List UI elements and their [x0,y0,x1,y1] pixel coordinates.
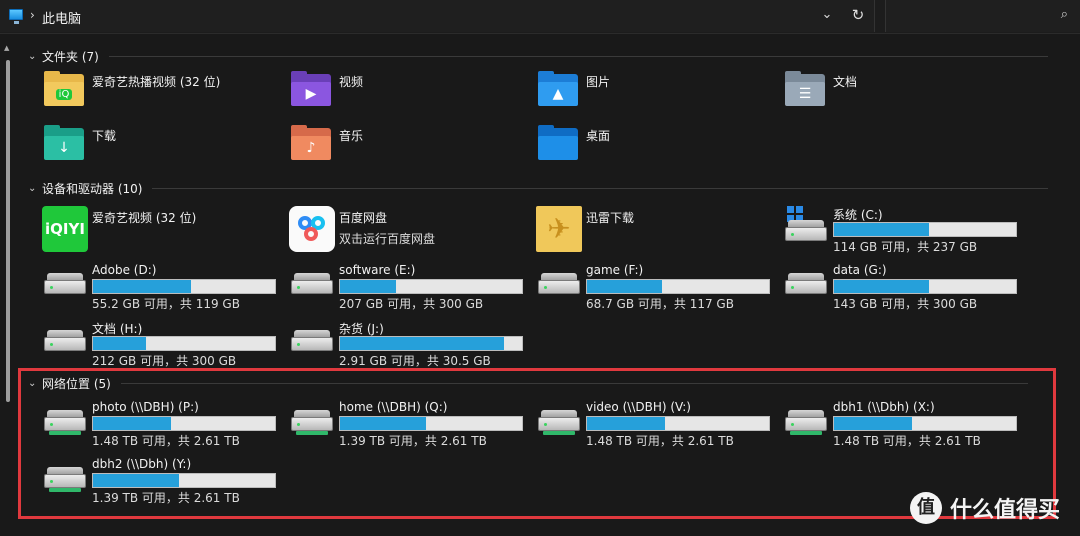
address-bar: › 此电脑 ⌄ ↻ ⌕ [0,0,1080,34]
folder-name: 图片 [586,75,611,89]
app-xunlei[interactable]: ✈ 迅雷下载 [532,206,772,258]
address-dropdown-icon[interactable]: ⌄ [818,6,836,24]
group-header-devices[interactable]: ⌄ 设备和驱动器 (10) [18,178,1058,198]
search-icon[interactable]: ⌕ [1061,7,1068,22]
breadcrumb-separator[interactable]: › [30,8,35,22]
music-folder-icon: ♪ [289,124,333,168]
app-description: 双击运行百度网盘 [339,232,436,246]
videos-folder-icon: ▶ [289,70,333,114]
drive-usage-bar [339,336,523,351]
folder-name: 视频 [339,75,364,89]
drive-usage-bar [833,279,1017,294]
vertical-scrollbar[interactable]: ▲ [4,44,12,532]
drive-space: 2.91 GB 可用，共 30.5 GB [339,354,491,368]
folder-name: 音乐 [339,129,364,143]
drive-usage-bar [833,222,1017,237]
drive-name: Adobe (D:) [92,263,157,277]
drive-space: 212 GB 可用，共 300 GB [92,354,237,368]
folder-name: 桌面 [586,129,611,143]
drive-c[interactable]: 系统 (C:) 114 GB 可用，共 237 GB [779,206,1019,258]
folder-desktop[interactable]: 桌面 [532,124,772,176]
baidu-netdisk-icon [289,206,335,252]
address-field[interactable]: › 此电脑 ⌄ ↻ [0,0,875,32]
iqiyi-app-icon: iQIYI [42,206,88,252]
hard-drive-icon [536,263,580,307]
documents-folder-icon: ☰ [783,70,827,114]
folder-videos[interactable]: ▶ 视频 [285,70,525,122]
xunlei-app-icon: ✈ [536,206,582,252]
usage-fill [340,337,504,350]
watermark: 值 什么值得买 [910,492,1060,524]
downloads-folder-icon: ↓ [42,124,86,168]
app-baidu-netdisk[interactable]: 百度网盘 双击运行百度网盘 [285,206,525,258]
group-label: 设备和驱动器 (10) [42,181,143,196]
smzdm-logo-icon: 值 [910,492,942,524]
drive-name: 杂货 (J:) [339,322,384,336]
folder-downloads[interactable]: ↓ 下载 [38,124,278,176]
drive-space: 207 GB 可用，共 300 GB [339,297,484,311]
watermark-text: 什么值得买 [950,498,1061,523]
app-iqiyi[interactable]: iQIYI 爱奇艺视频 (32 位) [38,206,278,258]
breadcrumb-this-pc[interactable]: 此电脑 [42,8,81,27]
hard-drive-icon [42,263,86,307]
drive-name: 系统 (C:) [833,208,883,222]
search-input[interactable]: ⌕ [885,0,1080,32]
divider [152,187,1048,189]
hard-drive-icon [783,263,827,307]
usage-fill [340,280,397,293]
usage-fill [93,337,146,350]
usage-fill [834,280,929,293]
app-name: 爱奇艺视频 (32 位) [92,211,197,225]
drive-space: 68.7 GB 可用，共 117 GB [586,297,734,311]
drive-name: game (F:) [586,263,644,277]
folder-name: 下载 [92,129,117,143]
drive-d[interactable]: Adobe (D:) 55.2 GB 可用，共 119 GB [38,263,278,315]
scrollbar-thumb[interactable] [6,60,10,402]
drive-usage-bar [92,279,276,294]
usage-fill [587,280,662,293]
app-name: 百度网盘 [339,211,388,225]
hard-drive-icon [289,263,333,307]
drive-name: data (G:) [833,263,887,277]
chevron-down-icon[interactable]: ⌄ [28,51,40,62]
refresh-icon[interactable]: ↻ [849,6,867,24]
folder-pictures[interactable]: ▲ 图片 [532,70,772,122]
drive-j[interactable]: 杂货 (J:) 2.91 GB 可用，共 30.5 GB [285,320,525,372]
this-pc-icon [9,9,23,24]
drive-name: 文档 (H:) [92,322,143,336]
system-drive-icon [783,206,827,250]
app-name: 迅雷下载 [586,211,635,225]
drive-space: 114 GB 可用，共 237 GB [833,240,978,254]
iqiyi-folder-icon: iQ [42,70,86,114]
scroll-up-icon[interactable]: ▲ [4,44,9,52]
divider [108,55,1048,57]
pictures-folder-icon: ▲ [536,70,580,114]
chevron-down-icon[interactable]: ⌄ [28,183,40,194]
desktop-folder-icon [536,124,580,168]
drive-usage-bar [92,336,276,351]
drive-e[interactable]: software (E:) 207 GB 可用，共 300 GB [285,263,525,315]
highlight-box [18,368,1056,519]
drive-g[interactable]: data (G:) 143 GB 可用，共 300 GB [779,263,1019,315]
usage-fill [834,223,929,236]
drive-space: 143 GB 可用，共 300 GB [833,297,978,311]
drive-usage-bar [339,279,523,294]
hard-drive-icon [289,320,333,364]
group-header-folders[interactable]: ⌄ 文件夹 (7) [18,46,1058,66]
folder-documents[interactable]: ☰ 文档 [779,70,1019,122]
folder-name: 文档 [833,75,858,89]
folder-name: 爱奇艺热播视频 (32 位) [92,75,221,89]
folder-music[interactable]: ♪ 音乐 [285,124,525,176]
drive-space: 55.2 GB 可用，共 119 GB [92,297,240,311]
usage-fill [93,280,192,293]
folder-iqiyi[interactable]: iQ 爱奇艺热播视频 (32 位) [38,70,278,122]
drive-usage-bar [586,279,770,294]
drive-f[interactable]: game (F:) 68.7 GB 可用，共 117 GB [532,263,772,315]
group-label: 文件夹 (7) [42,49,99,64]
drive-h[interactable]: 文档 (H:) 212 GB 可用，共 300 GB [38,320,278,372]
hard-drive-icon [42,320,86,364]
drive-name: software (E:) [339,263,416,277]
